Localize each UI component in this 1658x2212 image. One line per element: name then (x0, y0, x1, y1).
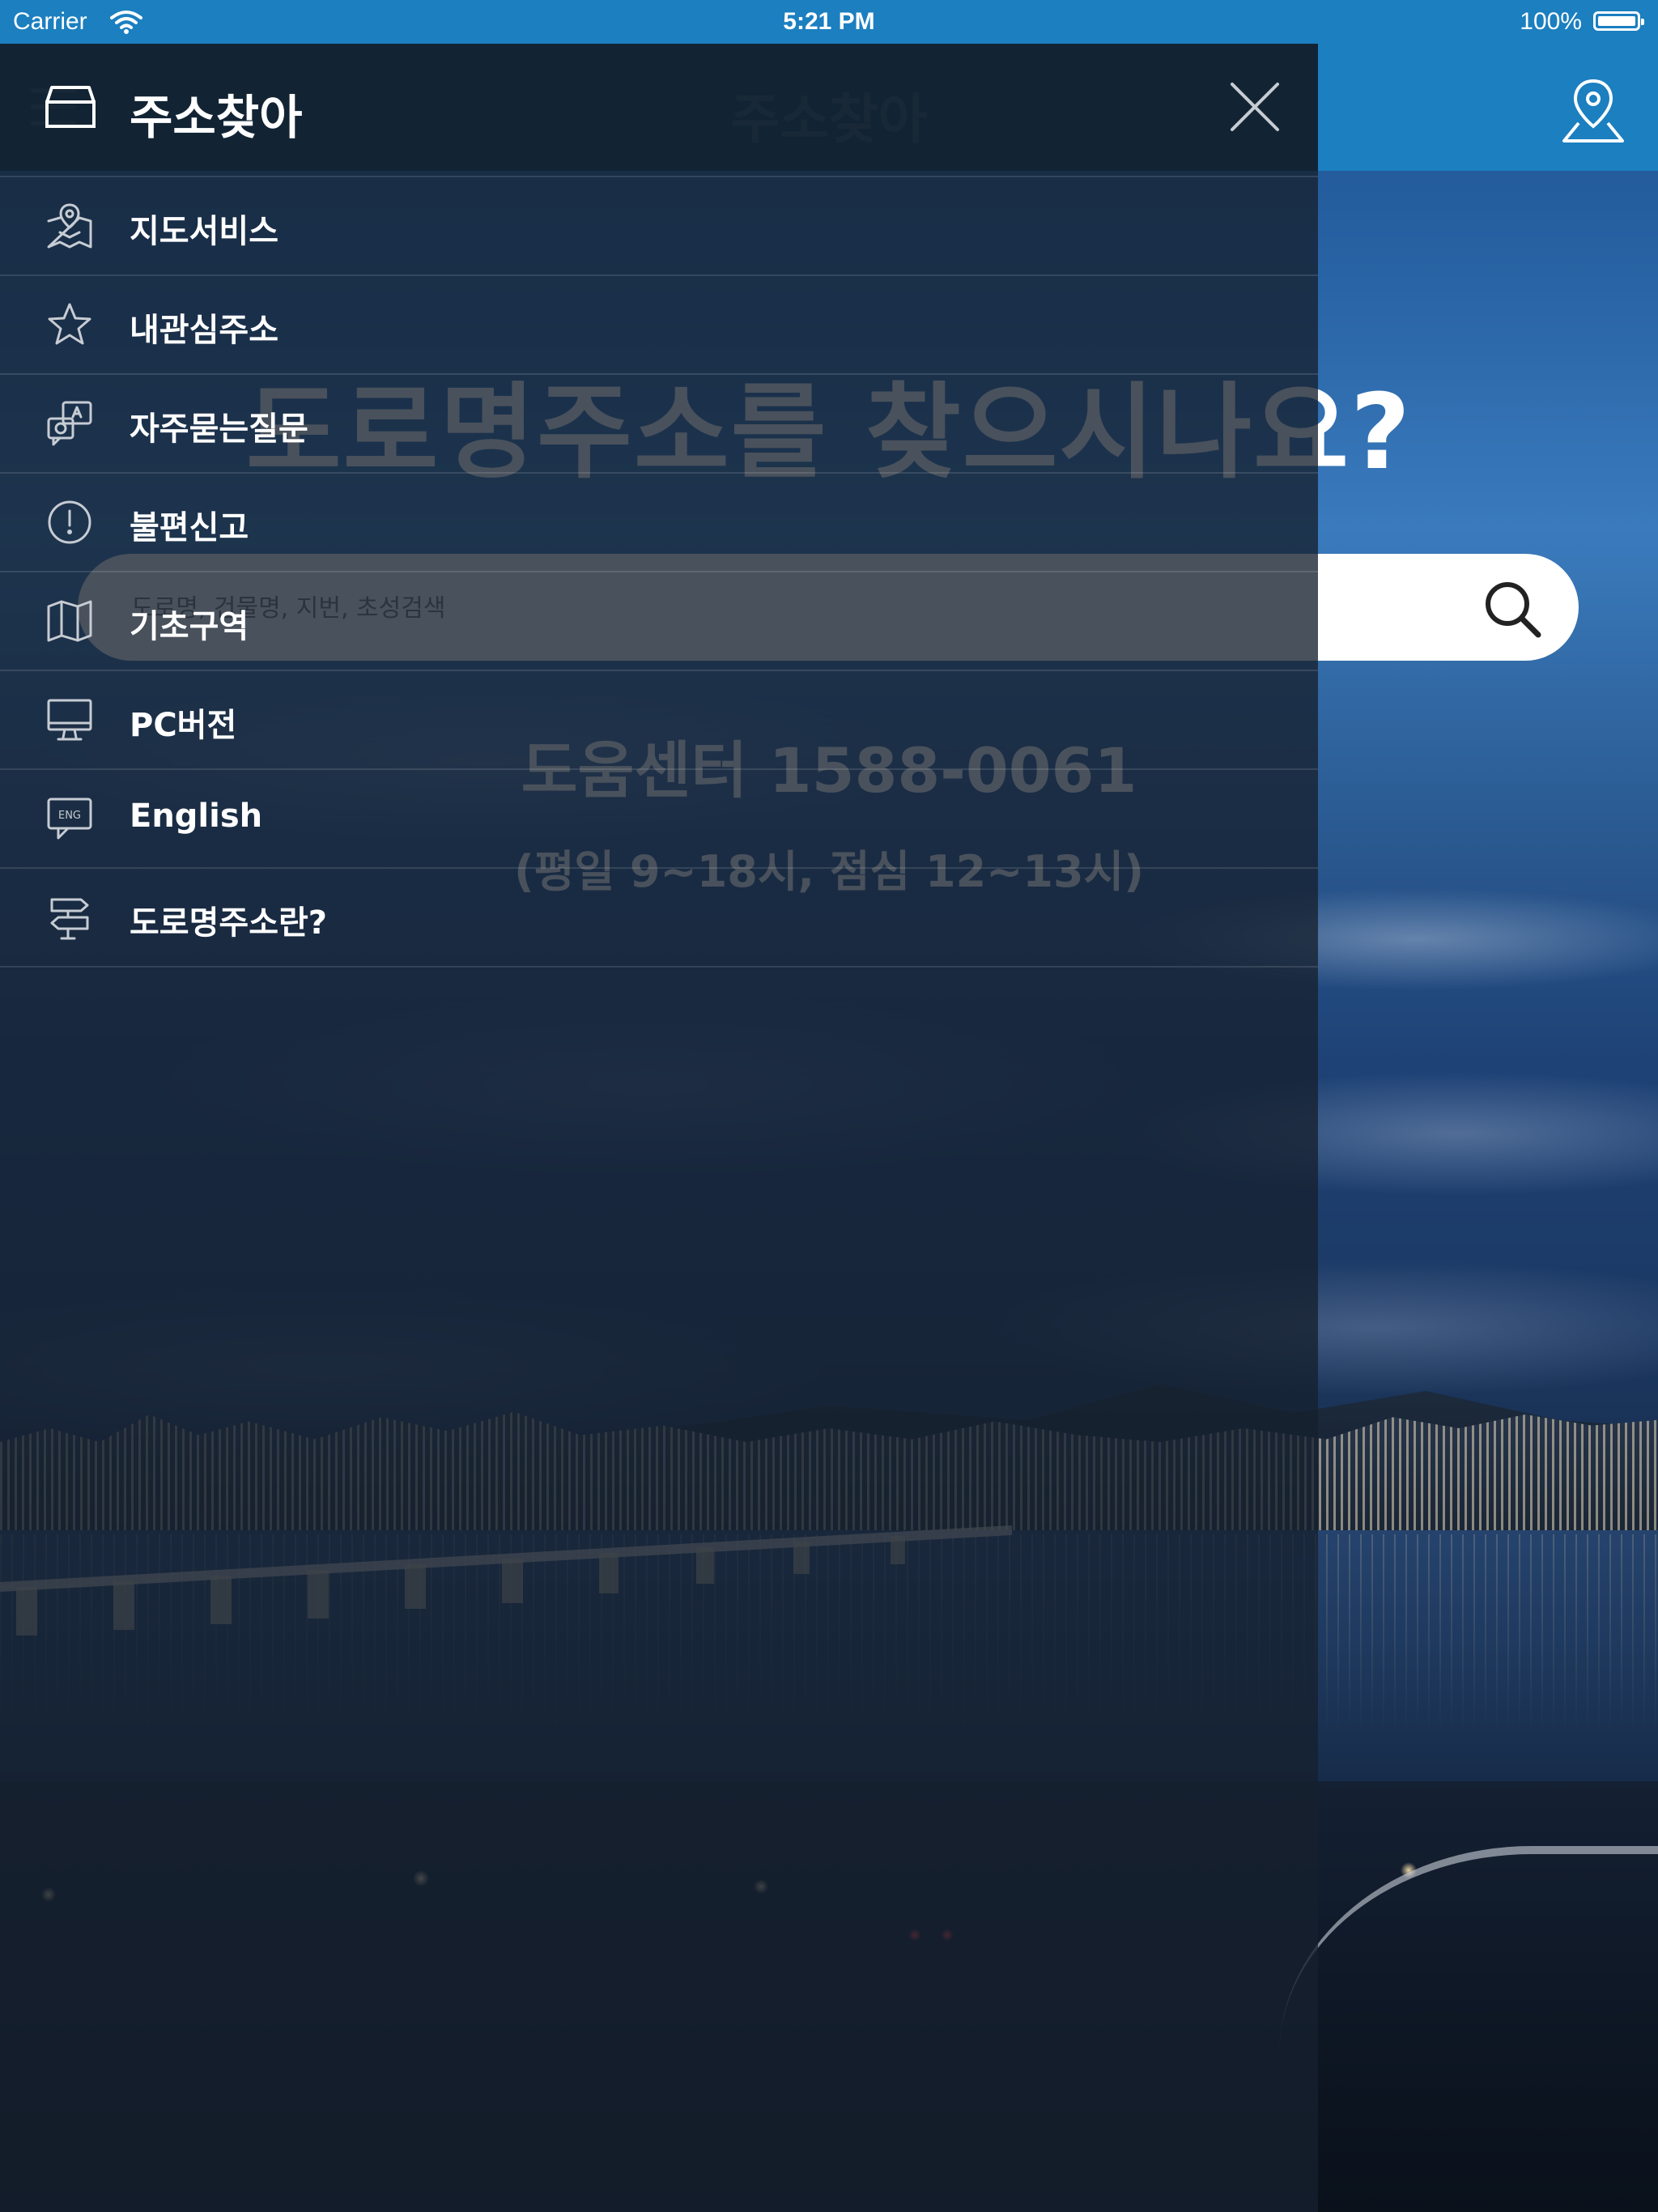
menu-item-label: 지도서비스 (130, 213, 278, 250)
monitor-icon (47, 699, 92, 741)
svg-text:ENG: ENG (58, 810, 81, 822)
qa-chat-icon (47, 401, 92, 446)
exclamation-circle-icon (48, 500, 91, 544)
location-pin-icon[interactable] (1561, 76, 1626, 144)
folded-map-icon (47, 600, 92, 642)
drawer-header: 주소찾아 (0, 44, 1318, 171)
menu-item-label: PC버전 (130, 707, 237, 744)
menu-item-english[interactable]: ENG English (0, 770, 1318, 869)
battery-icon (1593, 11, 1644, 31)
search-icon[interactable] (1482, 578, 1543, 640)
menu-item-label: 내관심주소 (130, 312, 278, 349)
menu-item-faq[interactable]: 자주묻는질문 (0, 375, 1318, 474)
menu-item-about-road-address[interactable]: 도로명주소란? (0, 869, 1318, 968)
menu-item-report[interactable]: 불편신고 (0, 474, 1318, 572)
side-drawer: 주소찾아 지도서비스 내관심주소 자주묻는질문 불편신고 기초구역 PC버전 E… (0, 44, 1318, 968)
menu-item-label: 자주묻는질문 (130, 410, 308, 448)
drawer-title: 주소찾아 (130, 90, 303, 145)
menu-item-label: English (130, 798, 263, 835)
map-pin-icon (47, 203, 92, 249)
eng-chat-icon: ENG (47, 798, 92, 840)
battery-percent: 100% (1520, 8, 1582, 35)
menu-item-label: 불편신고 (130, 509, 249, 547)
menu-item-label: 기초구역 (130, 608, 249, 645)
menu-item-pc-version[interactable]: PC버전 (0, 671, 1318, 770)
clock: 5:21 PM (783, 8, 875, 35)
close-icon[interactable] (1224, 76, 1286, 138)
menu-item-map-service[interactable]: 지도서비스 (0, 177, 1318, 276)
menu-item-basic-zone[interactable]: 기초구역 (0, 572, 1318, 671)
star-icon (48, 303, 91, 345)
home-icon[interactable] (42, 83, 99, 131)
drawer-menu: 지도서비스 내관심주소 자주묻는질문 불편신고 기초구역 PC버전 ENG En… (0, 176, 1318, 968)
menu-item-label: 도로명주소란? (130, 904, 328, 942)
signpost-icon (50, 898, 89, 940)
menu-item-favorites[interactable]: 내관심주소 (0, 276, 1318, 375)
status-bar: Carrier 5:21 PM 100% (0, 0, 1658, 44)
